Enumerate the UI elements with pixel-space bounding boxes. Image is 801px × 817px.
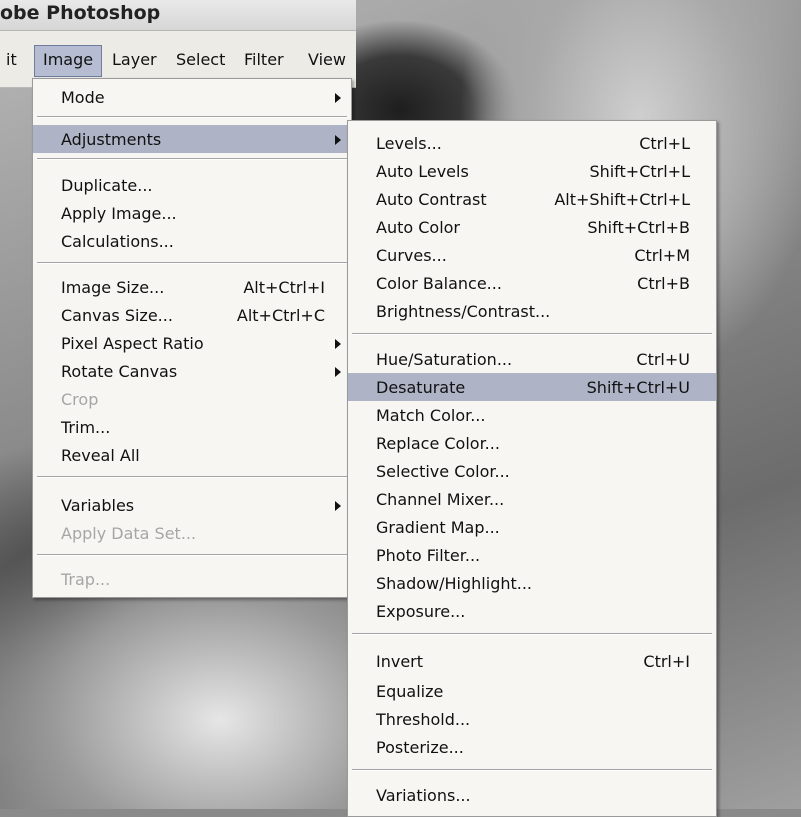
menu-item-pixel-aspect-ratio[interactable]: Pixel Aspect Ratio [33, 329, 351, 357]
menu-item-levels[interactable]: Levels... Ctrl+L [348, 129, 716, 157]
separator [37, 158, 347, 160]
menu-item-replace-color[interactable]: Replace Color... [348, 429, 716, 457]
menu-item-hue-saturation[interactable]: Hue/Saturation... Ctrl+U [348, 345, 716, 373]
submenu-arrow-icon [335, 135, 341, 145]
menu-edit[interactable]: it [0, 45, 25, 75]
menu-item-curves[interactable]: Curves... Ctrl+M [348, 241, 716, 269]
menu-item-adjustments[interactable]: Adjustments [33, 125, 351, 153]
image-menu: Mode Adjustments Duplicate... Apply Imag… [32, 78, 352, 598]
menu-item-apply-data-set: Apply Data Set... [61, 524, 197, 543]
menu-layer[interactable]: Layer [104, 45, 165, 75]
submenu-arrow-icon [335, 339, 341, 349]
menu-item-exposure[interactable]: Exposure... [348, 597, 716, 625]
menu-item-apply-image[interactable]: Apply Image... [33, 199, 351, 227]
separator [352, 333, 712, 335]
menu-item-trap: Trap... [61, 570, 111, 589]
menu-item-auto-color[interactable]: Auto Color Shift+Ctrl+B [348, 213, 716, 241]
menu-view[interactable]: View [300, 45, 354, 75]
separator [37, 262, 347, 264]
adjustments-submenu: Levels... Ctrl+L Auto Levels Shift+Ctrl+… [347, 120, 717, 817]
menu-item-color-balance[interactable]: Color Balance... Ctrl+B [348, 269, 716, 297]
submenu-arrow-icon [335, 501, 341, 511]
menu-item-crop: Crop [61, 390, 99, 409]
separator [352, 633, 712, 635]
menu-item-posterize[interactable]: Posterize... [348, 733, 716, 761]
menu-item-mode[interactable]: Mode [33, 83, 351, 111]
separator [352, 769, 712, 771]
menu-item-equalize[interactable]: Equalize [348, 677, 716, 705]
menu-select[interactable]: Select [168, 45, 233, 75]
separator [37, 554, 347, 556]
menu-image[interactable]: Image [34, 45, 103, 77]
menu-item-match-color[interactable]: Match Color... [348, 401, 716, 429]
menu-item-trim[interactable]: Trim... [33, 413, 351, 441]
menu-item-photo-filter[interactable]: Photo Filter... [348, 541, 716, 569]
menu-item-brightness-contrast[interactable]: Brightness/Contrast... [348, 297, 716, 325]
app-title: obe Photoshop [0, 2, 161, 24]
title-bar: obe Photoshop [0, 0, 356, 31]
menu-item-selective-color[interactable]: Selective Color... [348, 457, 716, 485]
menu-item-threshold[interactable]: Threshold... [348, 705, 716, 733]
menu-item-canvas-size[interactable]: Canvas Size... Alt+Ctrl+C [33, 301, 351, 329]
menu-item-duplicate[interactable]: Duplicate... [33, 171, 351, 199]
menu-filter[interactable]: Filter [236, 45, 292, 75]
menu-item-desaturate[interactable]: Desaturate Shift+Ctrl+U [348, 373, 716, 401]
menu-item-calculations[interactable]: Calculations... [33, 227, 351, 255]
separator [37, 116, 347, 118]
menu-item-variations[interactable]: Variations... [348, 781, 716, 809]
menu-item-image-size[interactable]: Image Size... Alt+Ctrl+I [33, 273, 351, 301]
menu-item-shadow-highlight[interactable]: Shadow/Highlight... [348, 569, 716, 597]
menu-item-invert[interactable]: Invert Ctrl+I [348, 647, 716, 675]
submenu-arrow-icon [335, 93, 341, 103]
submenu-arrow-icon [335, 367, 341, 377]
menu-item-channel-mixer[interactable]: Channel Mixer... [348, 485, 716, 513]
menu-item-auto-levels[interactable]: Auto Levels Shift+Ctrl+L [348, 157, 716, 185]
menu-item-reveal-all[interactable]: Reveal All [33, 441, 351, 469]
menu-item-auto-contrast[interactable]: Auto Contrast Alt+Shift+Ctrl+L [348, 185, 716, 213]
menu-item-rotate-canvas[interactable]: Rotate Canvas [33, 357, 351, 385]
menu-item-variables[interactable]: Variables [33, 491, 351, 519]
menu-item-gradient-map[interactable]: Gradient Map... [348, 513, 716, 541]
separator [37, 476, 347, 478]
